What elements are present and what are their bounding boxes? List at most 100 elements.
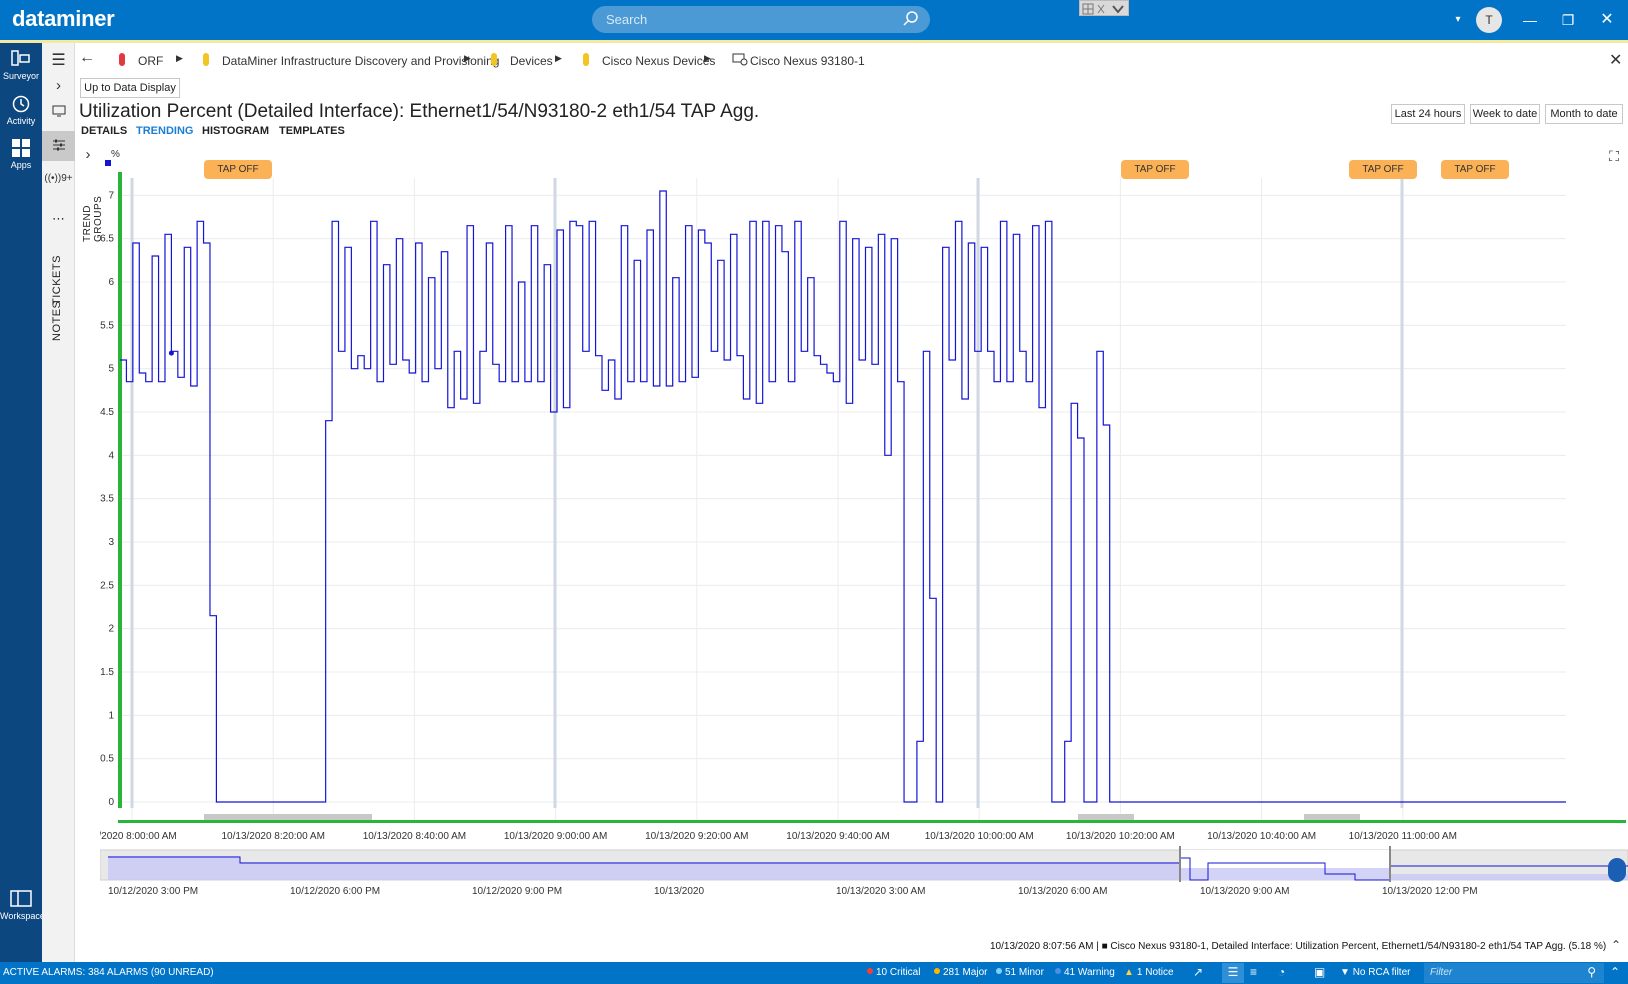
y-tick-label: 0.5 [100, 754, 114, 765]
user-menu-chevron-icon[interactable]: ▾ [1452, 0, 1464, 40]
warning-count: 41 Warning [1064, 967, 1115, 978]
wireless-icon: ((•)) [44, 173, 62, 184]
list-view-icon[interactable]: ☰ [1222, 963, 1244, 983]
trend-chart-icon[interactable]: ↗ [1193, 965, 1203, 979]
crumb-orf-status-dot [119, 53, 125, 66]
close-window-icon[interactable]: ✕ [1597, 0, 1617, 40]
up-to-data-display-button[interactable]: Up to Data Display [80, 78, 180, 98]
minor-alarms[interactable]: 51 Minor [996, 967, 1044, 978]
timeline-segment [1078, 814, 1134, 820]
trend-groups-expand-icon[interactable]: › [80, 146, 96, 163]
critical-alarms[interactable]: 10 Critical [867, 967, 920, 978]
trend-chart[interactable]: 0 0.5 1 1.5 2 2.5 3 3.5 4 4.5 5 5.5 6 6.5 7% 13/2020 8:… [87, 149, 1628, 945]
search-input[interactable]: Search [592, 6, 930, 33]
tab-histogram[interactable]: HISTOGRAM [202, 125, 269, 137]
y-tick-label: 6 [108, 277, 114, 288]
y-tick-label: 3.5 [100, 494, 114, 505]
y-unit-label: % [111, 150, 120, 160]
search-placeholder: Search [606, 12, 648, 27]
crumb-chevron-icon[interactable]: ▶ [555, 53, 562, 64]
major-count: 281 Major [943, 967, 988, 978]
crumb-devices-status-dot [491, 53, 497, 66]
close-card-icon[interactable]: ✕ [1609, 50, 1622, 70]
tap-off-annotation[interactable]: TAP OFF [204, 160, 272, 179]
alarm-filter-input[interactable]: Filter ⚲ [1424, 963, 1604, 983]
page-title: Utilization Percent (Detailed Interface)… [79, 101, 760, 122]
x-tick-label: 10/13/2020 10:40:00 AM [1207, 831, 1316, 842]
expand-alarms-icon[interactable]: ⌃ [1610, 965, 1620, 979]
crumb-discovery[interactable]: DataMiner Infrastructure Discovery and P… [222, 54, 499, 68]
tap-off-annotation[interactable]: TAP OFF [1121, 160, 1189, 179]
trend-groups-tab[interactable]: TREND GROUPS [82, 166, 104, 242]
active-alarms-summary[interactable]: ACTIVE ALARMS: 384 ALARMS (90 UNREAD) [3, 967, 214, 978]
nav-apps[interactable]: Apps [0, 138, 42, 170]
tab-templates[interactable]: TEMPLATES [279, 125, 345, 137]
nav-workspace-label: Workspace [0, 911, 45, 921]
y-tick-label: 6.5 [100, 234, 114, 245]
collapse-up-icon[interactable]: ⌃ [1607, 938, 1625, 952]
series-swatch [105, 160, 111, 166]
nav-activity[interactable]: Activity [0, 94, 42, 126]
notice-count: 1 Notice [1136, 967, 1174, 978]
workspace-icon [10, 890, 32, 907]
hover-info-readout: 10/13/2020 8:07:56 AM | ■ Cisco Nexus 93… [990, 941, 1607, 952]
rca-filter[interactable]: ▼ No RCA filter [1340, 967, 1410, 978]
x-tick-label: 10/13/2020 8:40:00 AM [363, 831, 466, 842]
nav-workspace[interactable]: Workspace [0, 889, 45, 921]
alarm-badge[interactable]: ((•))9+ [42, 173, 75, 184]
notice-triangle-icon: ▲ [1124, 967, 1134, 978]
crumb-orf[interactable]: ORF [138, 54, 163, 68]
more-options-icon[interactable]: ⋯ [42, 211, 75, 227]
notes-tab[interactable]: NOTES [51, 291, 65, 341]
range-last-24-hours-button[interactable]: Last 24 hours [1391, 104, 1465, 124]
user-avatar[interactable]: T [1476, 7, 1502, 33]
filter-search-icon[interactable]: ⚲ [1587, 965, 1596, 979]
notice-alarms[interactable]: ▲ 1 Notice [1124, 967, 1174, 978]
y-tick-label: 5 [108, 364, 114, 375]
crumb-nexus-93180-1[interactable]: Cisco Nexus 93180-1 [750, 54, 865, 68]
cursor-marker [168, 350, 174, 356]
overview-nav-button [1608, 858, 1626, 882]
tap-off-annotation[interactable]: TAP OFF [1441, 160, 1509, 179]
back-arrow-icon[interactable]: ← [79, 49, 95, 67]
card-side-panel: ☰ › ((•))9+ ⋯ TICKETS NOTES [42, 43, 75, 967]
crumb-devices[interactable]: Devices [510, 54, 553, 68]
overview-tick-label: 10/12/2020 3:00 PM [108, 886, 198, 897]
major-alarms[interactable]: 281 Major [934, 967, 987, 978]
filter-placeholder: Filter [1430, 967, 1453, 978]
history-icon [12, 95, 30, 113]
layout-grid-icon [1082, 3, 1124, 15]
crumb-chevron-icon[interactable]: ▶ [704, 53, 711, 64]
layout-grid-control[interactable] [1079, 0, 1129, 16]
funnel-icon: ▼ [1340, 967, 1353, 978]
main-navigation: Surveyor Activity Apps Workspace [0, 43, 45, 967]
alarm-status-bar: ACTIVE ALARMS: 384 ALARMS (90 UNREAD) 10… [0, 962, 1628, 984]
warning-alarms[interactable]: 41 Warning [1055, 967, 1115, 978]
range-week-to-date-button[interactable]: Week to date [1470, 104, 1540, 124]
y-tick-label: 3 [108, 537, 114, 548]
crumb-nexus-devices[interactable]: Cisco Nexus Devices [602, 54, 715, 68]
x-tick-label: 10/13/2020 9:40:00 AM [786, 831, 889, 842]
settings-sliders-icon[interactable] [42, 131, 75, 161]
search-icon[interactable] [900, 9, 920, 29]
y-tick-label: 2 [108, 624, 114, 635]
tab-details[interactable]: DETAILS [81, 125, 127, 137]
monitor-icon[interactable] [42, 105, 75, 120]
minimize-icon[interactable]: — [1520, 0, 1540, 40]
hamburger-menu-icon[interactable]: ☰ [42, 50, 75, 70]
focus-icon[interactable]: ▣ [1314, 965, 1325, 979]
green-bottom-bar [118, 820, 1626, 823]
sort-icon[interactable]: ≡ [1250, 965, 1257, 979]
tab-trending[interactable]: TRENDING [136, 125, 193, 137]
crumb-chevron-icon[interactable]: ▶ [176, 53, 183, 64]
range-month-to-date-button[interactable]: Month to date [1545, 104, 1623, 124]
expand-chevron-icon[interactable]: › [42, 77, 75, 94]
tap-off-annotation[interactable]: TAP OFF [1349, 160, 1417, 179]
pie-chart-icon[interactable]: ◔ [1278, 965, 1285, 979]
element-icon [732, 52, 748, 69]
major-dot-icon [934, 968, 940, 974]
fullscreen-icon[interactable]: ⛶ [1604, 148, 1624, 165]
restore-icon[interactable]: ❐ [1558, 0, 1578, 40]
nav-surveyor[interactable]: Surveyor [0, 49, 42, 81]
crumb-chevron-icon[interactable]: ▶ [464, 53, 471, 64]
